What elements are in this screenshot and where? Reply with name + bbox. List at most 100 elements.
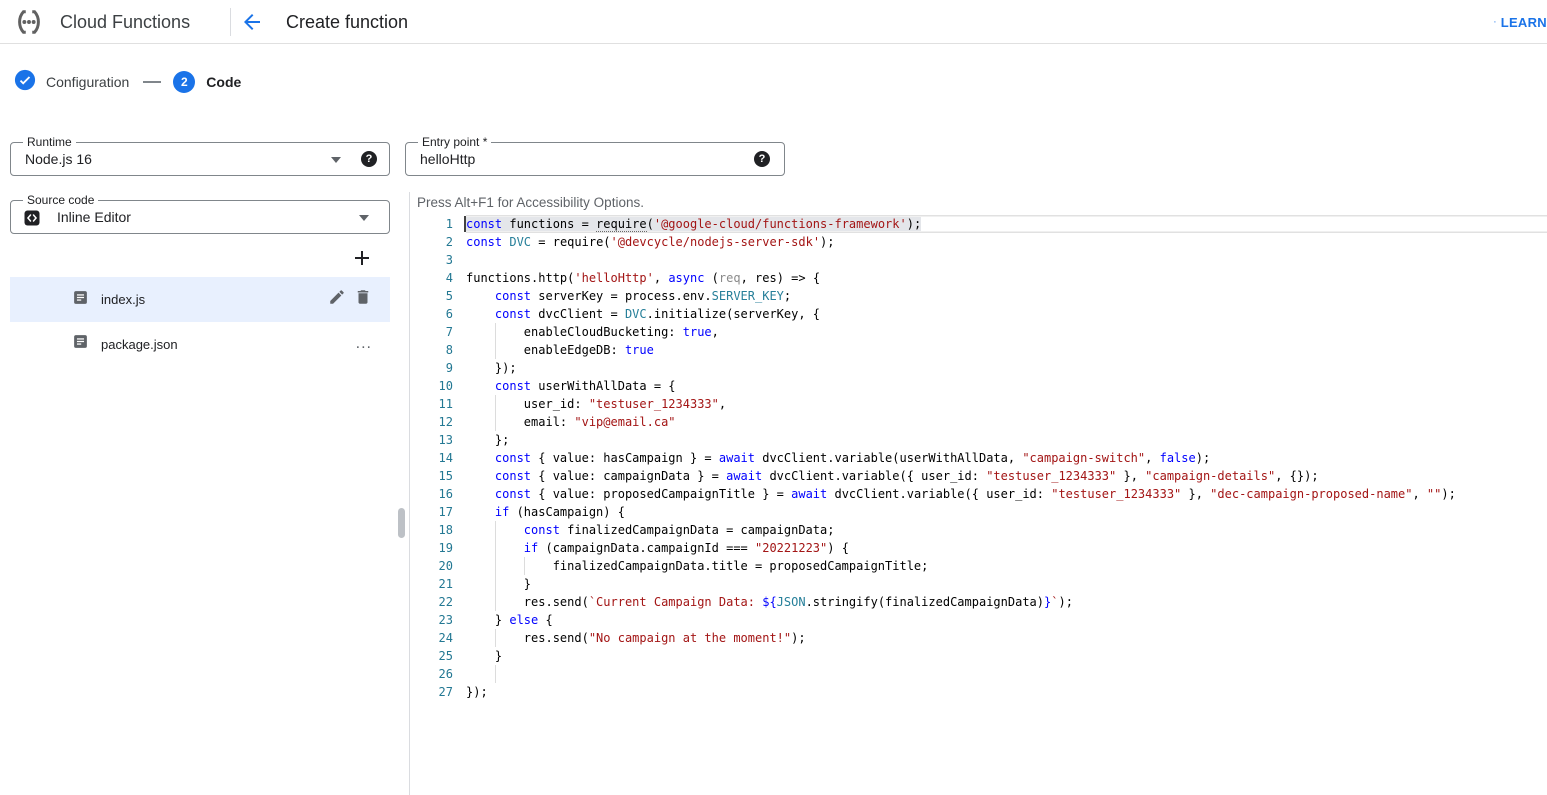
indent-guide — [495, 665, 496, 683]
code-line[interactable]: 24 res.send("No campaign at the moment!"… — [417, 629, 1547, 647]
indent-guide — [495, 413, 496, 431]
line-number: 18 — [417, 521, 453, 539]
indent-guide — [495, 395, 496, 413]
line-number: 11 — [417, 395, 453, 413]
code-line[interactable]: 17 if (hasCampaign) { — [417, 503, 1547, 521]
code-line[interactable]: 26 — [417, 665, 1547, 683]
code-line[interactable]: 19 if (campaignData.campaignId === "2022… — [417, 539, 1547, 557]
line-content: const functions = require('@google-cloud… — [466, 215, 1547, 233]
code-line[interactable]: 12 email: "vip@email.ca" — [417, 413, 1547, 431]
product-title: Cloud Functions — [60, 0, 190, 44]
line-number: 4 — [417, 269, 453, 287]
code-line[interactable]: 9 }); — [417, 359, 1547, 377]
line-number: 2 — [417, 233, 453, 251]
line-number: 22 — [417, 593, 453, 611]
line-content: finalizedCampaignData.title = proposedCa… — [466, 557, 1547, 575]
line-content: enableEdgeDB: true — [466, 341, 1547, 359]
indent-guide — [495, 521, 496, 539]
code-line[interactable]: 22 res.send(`Current Campaign Data: ${JS… — [417, 593, 1547, 611]
code-line[interactable]: 4 functions.http('helloHttp', async (req,… — [417, 269, 1547, 287]
line-content: const serverKey = process.env.SERVER_KEY… — [466, 287, 1547, 305]
code-line[interactable]: 13 }; — [417, 431, 1547, 449]
line-number: 7 — [417, 323, 453, 341]
code-line[interactable]: 2 const DVC = require('@devcycle/nodejs-s… — [417, 233, 1547, 251]
runtime-help-icon[interactable]: ? — [361, 151, 377, 167]
code-line[interactable]: 25 } — [417, 647, 1547, 665]
code-editor[interactable]: 1const functions = require('@google-clou… — [417, 215, 1547, 795]
runtime-select[interactable]: Runtime Node.js 16 ? — [10, 142, 390, 176]
code-line[interactable]: 1const functions = require('@google-clou… — [417, 215, 1547, 233]
panel-divider — [409, 192, 410, 795]
line-content: res.send("No campaign at the moment!"); — [466, 629, 1547, 647]
learn-label: LEARN — [1501, 15, 1547, 30]
file-name: index.js — [101, 292, 145, 307]
file-icon — [72, 333, 89, 355]
code-line[interactable]: 15 const { value: campaignData } = await… — [417, 467, 1547, 485]
source-code-value: Inline Editor — [57, 201, 131, 233]
code-line[interactable]: 11 user_id: "testuser_1234333", — [417, 395, 1547, 413]
code-line[interactable]: 14 const { value: hasCampaign } = await … — [417, 449, 1547, 467]
code-line[interactable]: 8 enableEdgeDB: true — [417, 341, 1547, 359]
delete-file-icon[interactable] — [354, 288, 372, 311]
step-code-number[interactable]: 2 — [173, 71, 195, 93]
step-configuration-check-icon[interactable] — [14, 69, 36, 96]
file-row-index-js[interactable]: index.js — [10, 277, 390, 322]
code-line[interactable]: 16 const { value: proposedCampaignTitle … — [417, 485, 1547, 503]
code-line[interactable]: 23 } else { — [417, 611, 1547, 629]
entry-point-field[interactable]: Entry point * helloHttp ? — [405, 142, 785, 176]
code-line[interactable]: 3 — [417, 251, 1547, 269]
back-arrow-icon[interactable] — [240, 10, 264, 34]
line-number: 23 — [417, 611, 453, 629]
indent-guide — [524, 557, 525, 575]
line-number: 9 — [417, 359, 453, 377]
entry-point-help-icon[interactable]: ? — [754, 151, 770, 167]
line-content: const dvcClient = DVC.initialize(serverK… — [466, 305, 1547, 323]
line-number: 19 — [417, 539, 453, 557]
line-number: 3 — [417, 251, 453, 269]
line-content: if (hasCampaign) { — [466, 503, 1547, 521]
line-content: functions.http('helloHttp', async (req, … — [466, 269, 1547, 287]
chevron-down-icon — [331, 157, 341, 163]
code-line[interactable]: 21 } — [417, 575, 1547, 593]
line-content: }); — [466, 683, 1547, 701]
learn-link[interactable]: LEARN — [1494, 0, 1547, 44]
cloud-functions-logo-icon — [12, 9, 46, 40]
inactive-selection: const functions = require('@google-cloud… — [466, 217, 921, 231]
line-content: const DVC = require('@devcycle/nodejs-se… — [466, 233, 1547, 251]
line-content: const { value: proposedCampaignTitle } =… — [466, 485, 1547, 503]
more-options-icon[interactable]: ... — [356, 339, 372, 349]
source-code-select[interactable]: Source code Inline Editor — [10, 200, 390, 234]
indent-guide — [495, 341, 496, 359]
line-number: 6 — [417, 305, 453, 323]
indent-guide — [495, 575, 496, 593]
entry-point-value: helloHttp — [420, 143, 475, 175]
text-cursor — [464, 216, 466, 232]
line-content: user_id: "testuser_1234333", — [466, 395, 1547, 413]
add-file-button[interactable] — [350, 246, 374, 270]
line-number: 15 — [417, 467, 453, 485]
line-content: } — [466, 575, 1547, 593]
indent-guide — [495, 593, 496, 611]
line-content: email: "vip@email.ca" — [466, 413, 1547, 431]
code-line[interactable]: 7 enableCloudBucketing: true, — [417, 323, 1547, 341]
line-number: 14 — [417, 449, 453, 467]
code-line[interactable]: 27}); — [417, 683, 1547, 701]
panel-resize-handle[interactable] — [398, 508, 405, 538]
edit-file-icon[interactable] — [328, 288, 346, 311]
inline-code-icon — [23, 209, 41, 232]
step-configuration-label[interactable]: Configuration — [46, 74, 129, 90]
code-line[interactable]: 10 const userWithAllData = { — [417, 377, 1547, 395]
line-content: const userWithAllData = { — [466, 377, 1547, 395]
file-row-package-json[interactable]: package.json ... — [10, 322, 390, 366]
code-line[interactable]: 6 const dvcClient = DVC.initialize(serve… — [417, 305, 1547, 323]
line-content: const { value: hasCampaign } = await dvc… — [466, 449, 1547, 467]
code-line[interactable]: 18 const finalizedCampaignData = campaig… — [417, 521, 1547, 539]
line-number: 12 — [417, 413, 453, 431]
indent-guide — [495, 557, 496, 575]
line-content: }); — [466, 359, 1547, 377]
code-line[interactable]: 20 finalizedCampaignData.title = propose… — [417, 557, 1547, 575]
line-number: 26 — [417, 665, 453, 683]
page-title: Create function — [286, 0, 408, 44]
file-icon — [72, 289, 89, 311]
code-line[interactable]: 5 const serverKey = process.env.SERVER_K… — [417, 287, 1547, 305]
